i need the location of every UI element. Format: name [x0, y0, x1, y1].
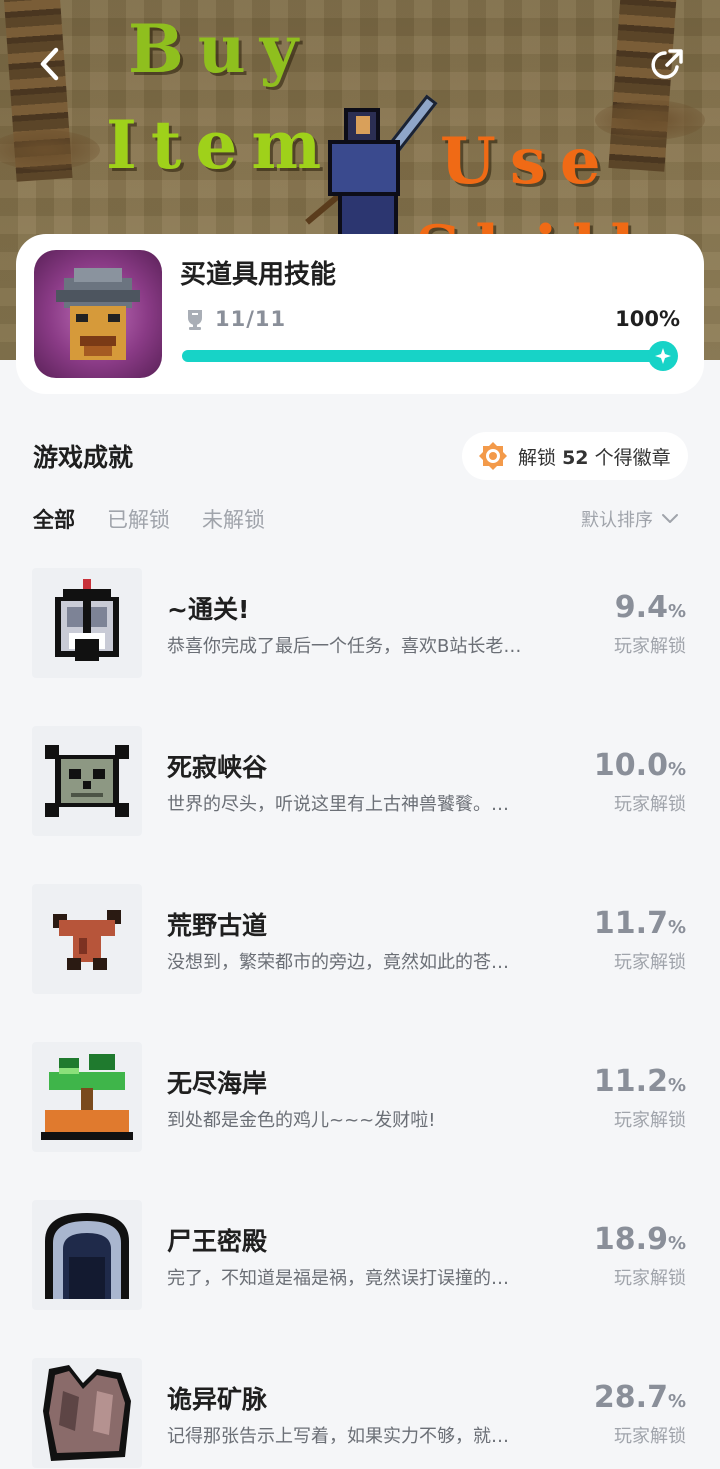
badge-unlock-pill[interactable]: 解锁 52 个得徽章 [462, 432, 688, 480]
badge-prefix: 解锁 [518, 446, 557, 469]
achievement-name: 诡异矿脉 [167, 1385, 268, 1414]
achievement-desc: 没想到，繁荣都市的旁边，竟然如此的苍… [167, 952, 509, 973]
tab-locked[interactable]: 未解锁 [202, 504, 265, 534]
badge-suffix: 个得徽章 [594, 446, 671, 469]
achievement-item[interactable]: 荒野古道 没想到，繁荣都市的旁边，竟然如此的苍… 11.7% 玩家解锁 [0, 884, 720, 1042]
badge-count: 52 [562, 446, 589, 469]
share-icon [651, 49, 683, 79]
unlock-label: 玩家解锁 [614, 1426, 686, 1447]
unlock-label: 玩家解锁 [614, 1110, 686, 1131]
achievement-desc: 完了，不知道是福是祸，竟然误打误撞的… [167, 1268, 509, 1289]
badge-medal-icon [479, 442, 507, 470]
achievement-name: 尸王密殿 [167, 1227, 268, 1256]
helmet-icon [32, 568, 142, 678]
game-summary-card: 买道具用技能 11/11 100% [16, 234, 704, 394]
progress-fill [182, 350, 676, 362]
achievement-name: 无尽海岸 [167, 1069, 268, 1098]
unlock-percent: 9.4% [614, 590, 686, 625]
knight-sprite [305, 90, 438, 240]
achievement-desc: 到处都是金色的鸡儿~~~发财啦! [167, 1110, 436, 1131]
ore-rock-icon [32, 1358, 142, 1468]
share-button[interactable] [644, 42, 690, 88]
banner-word-buy: Buy [128, 10, 313, 88]
achievement-item[interactable]: 死寂峡谷 世界的尽头，听说这里有上古神兽饕餮。… 10.0% 玩家解锁 [0, 726, 720, 884]
game-title: 买道具用技能 [180, 260, 337, 290]
back-button[interactable] [28, 42, 72, 86]
chevron-down-icon [662, 514, 678, 523]
achievement-desc: 记得那张告示上写着，如果实力不够，就… [167, 1426, 509, 1447]
tab-unlocked[interactable]: 已解锁 [107, 504, 170, 534]
unlock-percent: 11.2% [593, 1064, 686, 1099]
unlock-label: 玩家解锁 [614, 952, 686, 973]
achievement-item[interactable]: 无尽海岸 到处都是金色的鸡儿~~~发财啦! 11.2% 玩家解锁 [0, 1042, 720, 1200]
banner-word-use: Use [440, 124, 615, 199]
achievement-name: 荒野古道 [167, 911, 268, 940]
cave-entrance-icon [32, 1200, 142, 1310]
unlock-label: 玩家解锁 [614, 794, 686, 815]
filter-tabs: 全部 已解锁 未解锁 [33, 504, 297, 534]
sort-dropdown[interactable]: 默认排序 [581, 506, 679, 532]
dead-tree-icon [32, 884, 142, 994]
sparkle-icon [648, 341, 678, 371]
tree-root [0, 130, 100, 170]
unlock-percent: 11.7% [593, 906, 686, 941]
achievement-count: 11/11 [215, 307, 287, 331]
achievement-item[interactable]: 尸王密殿 完了，不知道是福是祸，竟然误打误撞的… 18.9% 玩家解锁 [0, 1200, 720, 1358]
palm-island-icon [32, 1042, 142, 1152]
completion-percent: 100% [615, 307, 680, 331]
achievement-name: 死寂峡谷 [167, 753, 268, 782]
achievement-desc: 恭喜你完成了最后一个任务，喜欢B站长老… [167, 636, 522, 657]
chevron-left-icon [40, 47, 59, 81]
tab-all[interactable]: 全部 [33, 504, 75, 534]
game-icon [34, 250, 162, 378]
unlock-percent: 28.7% [593, 1380, 686, 1415]
unlock-percent: 18.9% [593, 1222, 686, 1257]
progress-bar [182, 341, 678, 371]
unlock-label: 玩家解锁 [614, 1268, 686, 1289]
banner-word-item: Item [106, 106, 336, 184]
achievement-item[interactable]: ~通关! 恭喜你完成了最后一个任务，喜欢B站长老… 9.4% 玩家解锁 [0, 568, 720, 726]
section-title: 游戏成就 [33, 443, 134, 472]
skull-crossbones-icon [32, 726, 142, 836]
unlock-label: 玩家解锁 [614, 636, 686, 657]
achievement-item[interactable]: 诡异矿脉 记得那张告示上写着，如果实力不够，就… 28.7% 玩家解锁 [0, 1358, 720, 1469]
achievement-name: ~通关! [167, 595, 250, 624]
sort-label: 默认排序 [581, 510, 653, 531]
achievement-desc: 世界的尽头，听说这里有上古神兽饕餮。… [167, 794, 509, 815]
trophy-icon [188, 310, 202, 330]
unlock-percent: 10.0% [593, 748, 686, 783]
